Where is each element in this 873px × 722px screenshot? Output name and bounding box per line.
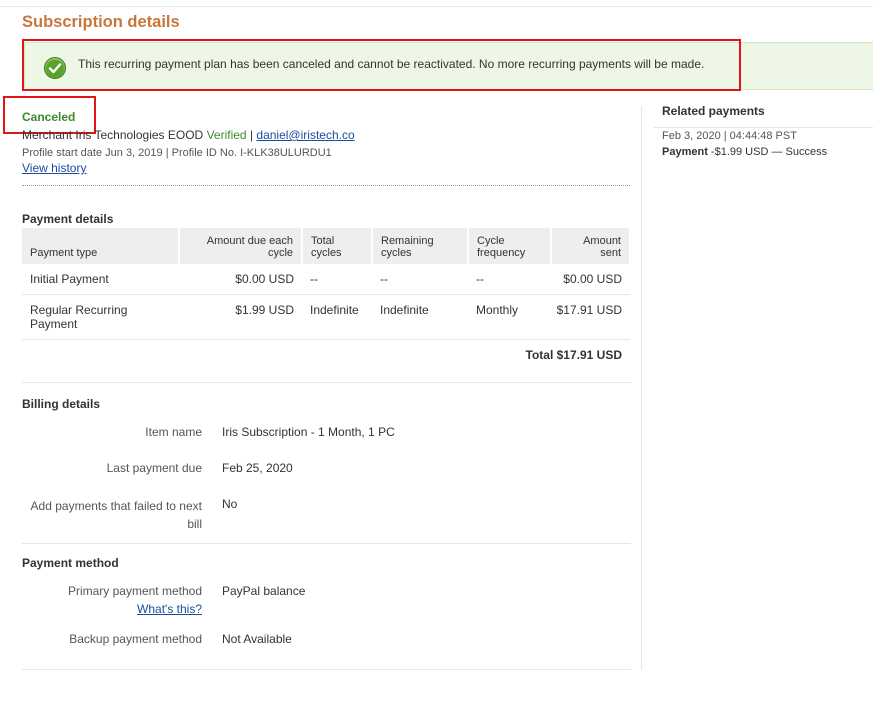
cell-payment-type: Regular Recurring Payment (22, 294, 179, 340)
dotted-divider (22, 185, 630, 186)
cell-total-cycles: -- (302, 264, 372, 295)
col-header-remaining-cycles: Remaining cycles (372, 228, 469, 264)
table-row: Regular Recurring Payment $1.99 USD Inde… (22, 294, 630, 340)
billing-details-heading: Billing details (22, 397, 101, 411)
cell-cycle-frequency: Monthly (468, 294, 551, 340)
col-header-cycle-frequency: Cycle frequency (468, 228, 552, 264)
cell-amount-due: $1.99 USD (179, 294, 302, 340)
primary-method-value: PayPal balance (222, 584, 306, 598)
item-name-label: Item name (145, 425, 202, 439)
verified-label: Verified (206, 128, 247, 142)
col-header-amount-due: Amount due each cycle (179, 228, 303, 264)
cell-remaining-cycles: Indefinite (372, 294, 468, 340)
related-divider (654, 127, 873, 128)
section-divider (22, 543, 631, 544)
column-divider (641, 106, 642, 670)
related-payment-entry[interactable]: Payment -$1.99 USD — Success (662, 146, 827, 158)
related-payment-label: Payment (662, 146, 708, 158)
payment-details-heading: Payment details (22, 212, 114, 226)
failed-payments-label: Add payments that failed to next bill (30, 499, 202, 531)
cell-amount-due: $0.00 USD (179, 264, 302, 295)
section-divider (22, 669, 631, 670)
view-history-link[interactable]: View history (22, 161, 86, 175)
merchant-prefix: Merchant (22, 128, 73, 142)
last-payment-value: Feb 25, 2020 (222, 461, 293, 475)
total-row: Total $17.91 USD (22, 340, 630, 371)
last-payment-label: Last payment due (106, 461, 202, 475)
notice-message: This recurring payment plan has been can… (78, 57, 705, 71)
status-badge: Canceled (22, 110, 76, 124)
cell-cycle-frequency: -- (468, 264, 551, 295)
whats-this-link[interactable]: What's this? (22, 602, 202, 616)
related-payments-heading: Related payments (662, 104, 765, 118)
cell-total-cycles: Indefinite (302, 294, 372, 340)
backup-method-value: Not Available (222, 632, 292, 646)
cell-payment-type: Initial Payment (22, 264, 179, 295)
cell-amount-sent: $0.00 USD (551, 264, 630, 295)
payment-details-table: Payment type Amount due each cycle Total… (22, 228, 631, 370)
failed-payments-value: No (222, 497, 238, 511)
primary-method-label: Primary payment method (67, 584, 202, 598)
page-title: Subscription details (22, 13, 180, 31)
check-circle-icon (44, 57, 66, 79)
merchant-line: Merchant Iris Technologies EOOD Verified… (22, 128, 355, 142)
cell-remaining-cycles: -- (372, 264, 468, 295)
cell-amount-sent: $17.91 USD (551, 294, 630, 340)
merchant-name: Iris Technologies EOOD (75, 128, 204, 142)
top-divider (0, 6, 873, 7)
payment-method-heading: Payment method (22, 556, 119, 570)
col-header-payment-type: Payment type (22, 228, 180, 264)
col-header-amount-sent: Amount sent (551, 228, 631, 264)
merchant-email-link[interactable]: daniel@iristech.co (256, 128, 354, 142)
table-row: Initial Payment $0.00 USD -- -- -- $0.00… (22, 264, 630, 295)
item-name-value: Iris Subscription - 1 Month, 1 PC (222, 425, 395, 439)
section-divider (22, 382, 631, 383)
col-header-total-cycles: Total cycles (302, 228, 373, 264)
profile-info: Profile start date Jun 3, 2019 | Profile… (22, 147, 332, 159)
related-payment-date: Feb 3, 2020 | 04:44:48 PST (662, 130, 797, 142)
cancel-notice-banner: This recurring payment plan has been can… (24, 42, 873, 90)
backup-method-label: Backup payment method (69, 632, 202, 646)
related-payment-detail: -$1.99 USD — Success (710, 146, 828, 158)
separator: | (249, 128, 254, 142)
total-amount: Total $17.91 USD (525, 348, 622, 362)
